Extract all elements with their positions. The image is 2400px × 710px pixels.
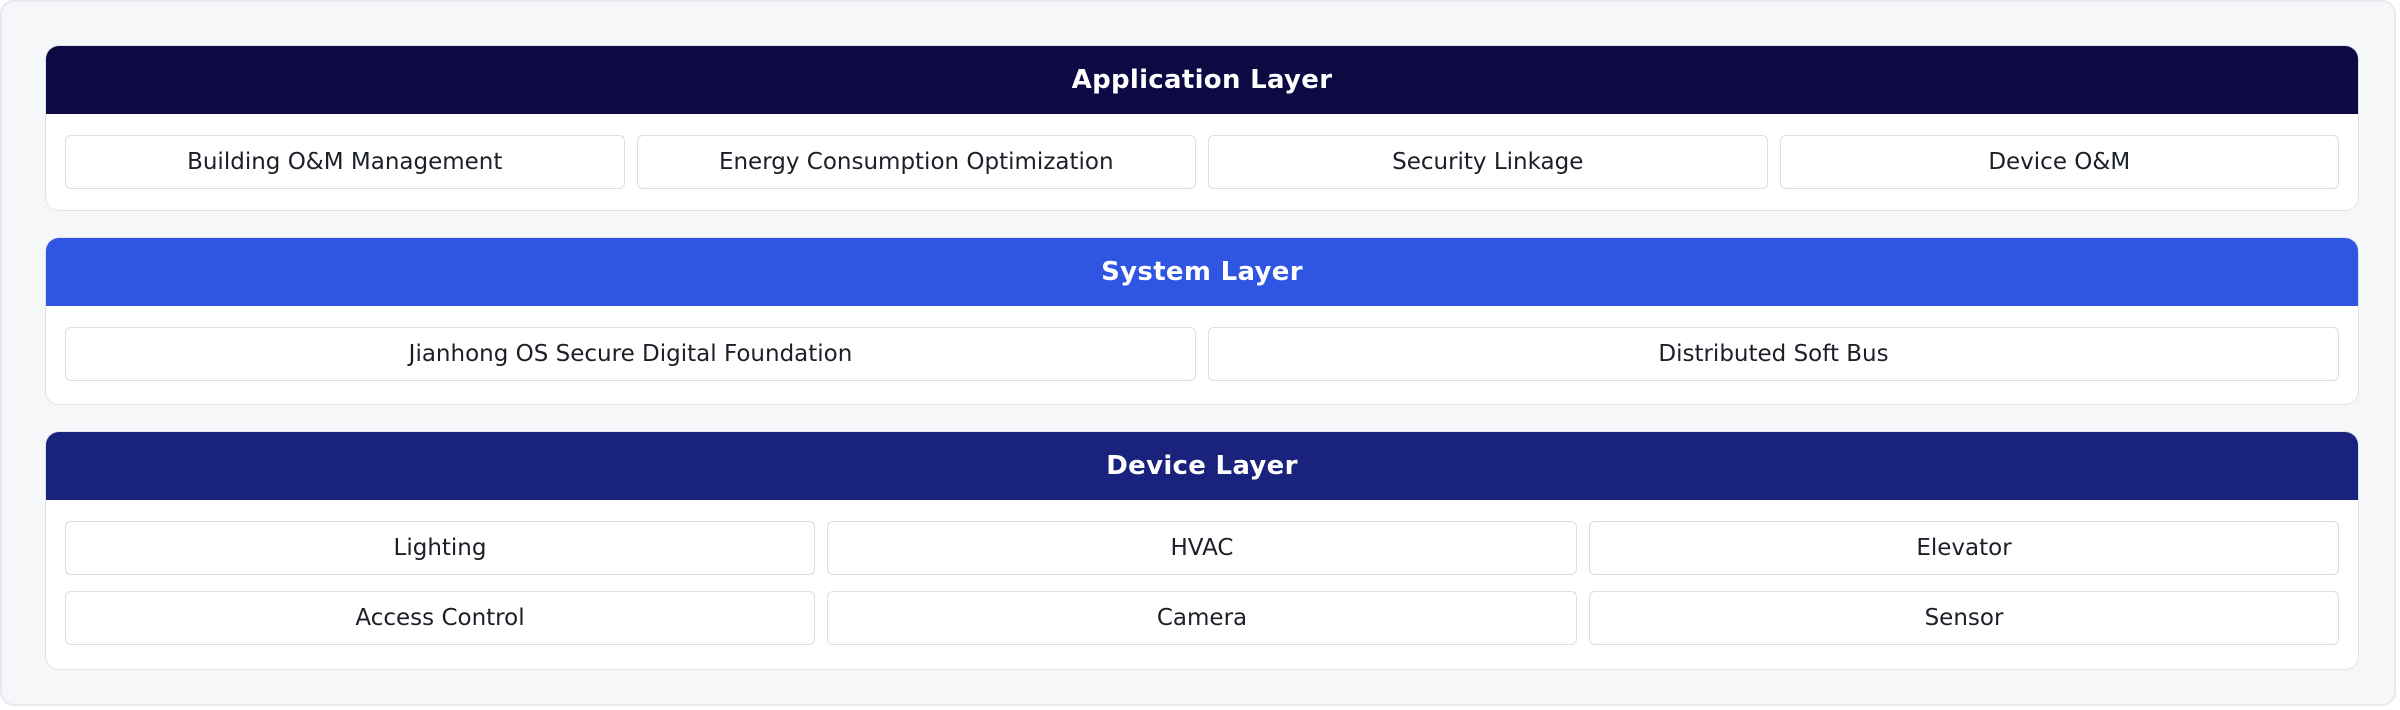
device-om-box: Device O&M (1779, 135, 2339, 189)
device-layer-header: Device Layer (46, 432, 2358, 500)
lighting-box: Lighting (65, 521, 815, 575)
distributed-soft-bus-box: Distributed Soft Bus (1208, 327, 2339, 381)
access-control-box: Access Control (65, 591, 815, 645)
application-layer-header: Application Layer (46, 46, 2358, 114)
diagram-frame: Application Layer Building O&M Managemen… (0, 0, 2396, 706)
building-om-management-box: Building O&M Management (65, 135, 625, 189)
application-layer: Application Layer Building O&M Managemen… (45, 45, 2359, 211)
camera-box: Camera (827, 591, 1577, 645)
device-layer-items: Lighting HVAC Elevator Access Control Ca… (65, 521, 2339, 645)
jianhong-os-foundation-box: Jianhong OS Secure Digital Foundation (65, 327, 1196, 381)
elevator-box: Elevator (1589, 521, 2339, 575)
security-linkage-box: Security Linkage (1208, 135, 1768, 189)
system-layer: System Layer Jianhong OS Secure Digital … (45, 237, 2359, 405)
system-layer-header: System Layer (46, 238, 2358, 306)
device-layer: Device Layer Lighting HVAC Elevator Acce… (45, 431, 2359, 670)
sensor-box: Sensor (1589, 591, 2339, 645)
hvac-box: HVAC (827, 521, 1577, 575)
energy-consumption-optimization-box: Energy Consumption Optimization (636, 135, 1196, 189)
system-layer-items: Jianhong OS Secure Digital Foundation Di… (65, 327, 2339, 381)
application-layer-items: Building O&M Management Energy Consumpti… (65, 135, 2339, 189)
